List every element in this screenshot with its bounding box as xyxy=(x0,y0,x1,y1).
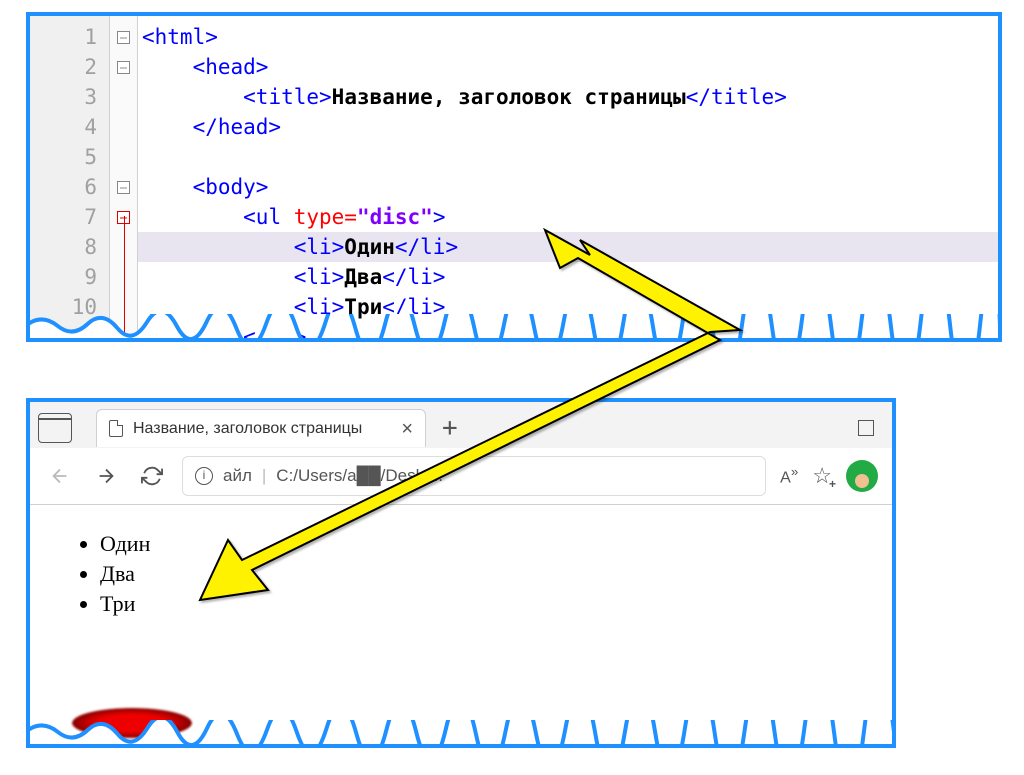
code-line: </head> xyxy=(138,112,998,142)
code-line xyxy=(138,142,998,172)
browser-window: Название, заголовок страницы × + i айл |… xyxy=(26,398,896,748)
code-editor-panel: 1 2 3 4 5 6 7 8 9 10 11 <html> <head> xyxy=(26,12,1002,342)
line-number: 8 xyxy=(30,232,109,262)
line-number: 4 xyxy=(30,112,109,142)
rendered-list: Один Два Три xyxy=(60,529,862,619)
tab-bar: Название, заголовок страницы × + xyxy=(30,402,892,448)
back-button[interactable] xyxy=(44,460,76,492)
code-line: <title>Название, заголовок страницы</tit… xyxy=(138,82,998,112)
new-tab-button[interactable]: + xyxy=(442,413,458,443)
code-line: <head> xyxy=(138,52,998,82)
torn-edge-decoration xyxy=(28,720,894,746)
info-icon[interactable]: i xyxy=(195,467,213,485)
fold-toggle-icon[interactable] xyxy=(117,181,130,194)
code-line: <body> xyxy=(138,172,998,202)
browser-toolbar: i айл | C:/Users/a██/Deskt... A» ☆ xyxy=(30,448,892,504)
fold-toggle-icon[interactable] xyxy=(117,31,130,44)
fold-toggle-icon[interactable] xyxy=(117,61,130,74)
line-number-gutter: 1 2 3 4 5 6 7 8 9 10 11 xyxy=(30,16,110,338)
code-line: <ul type="disc"> xyxy=(138,202,998,232)
favorite-button[interactable]: ☆ xyxy=(812,463,832,489)
line-number: 6 xyxy=(30,172,109,202)
line-number: 3 xyxy=(30,82,109,112)
line-number: 1 xyxy=(30,22,109,52)
code-body[interactable]: <html> <head> <title>Название, заголовок… xyxy=(138,16,998,338)
line-number: 2 xyxy=(30,52,109,82)
tab-title: Название, заголовок страницы xyxy=(133,420,391,438)
line-number: 5 xyxy=(30,142,109,172)
window-maximize-icon[interactable] xyxy=(858,420,874,436)
browser-tab[interactable]: Название, заголовок страницы × xyxy=(96,409,426,447)
torn-edge-decoration xyxy=(28,314,1000,340)
window-icon[interactable] xyxy=(38,413,72,443)
forward-button[interactable] xyxy=(90,460,122,492)
file-icon xyxy=(109,420,123,437)
url-path: C:/Users/a██/Deskt... xyxy=(276,466,443,486)
fold-column xyxy=(110,16,138,338)
close-tab-icon[interactable]: × xyxy=(401,419,413,439)
read-aloud-button[interactable]: A» xyxy=(780,464,798,487)
list-item: Два xyxy=(100,559,862,589)
code-line: <html> xyxy=(138,22,998,52)
list-item: Один xyxy=(100,529,862,559)
line-number: 9 xyxy=(30,262,109,292)
reload-button[interactable] xyxy=(136,460,168,492)
profile-avatar[interactable] xyxy=(846,460,878,492)
code-line: <li>Два</li> xyxy=(138,262,998,292)
line-number: 7 xyxy=(30,202,109,232)
browser-viewport: Один Два Три xyxy=(30,505,892,643)
code-line-highlighted: <li>Один</li> xyxy=(138,232,998,262)
url-scheme: айл xyxy=(223,466,252,486)
list-item: Три xyxy=(100,589,862,619)
address-bar[interactable]: i айл | C:/Users/a██/Deskt... xyxy=(182,456,766,496)
